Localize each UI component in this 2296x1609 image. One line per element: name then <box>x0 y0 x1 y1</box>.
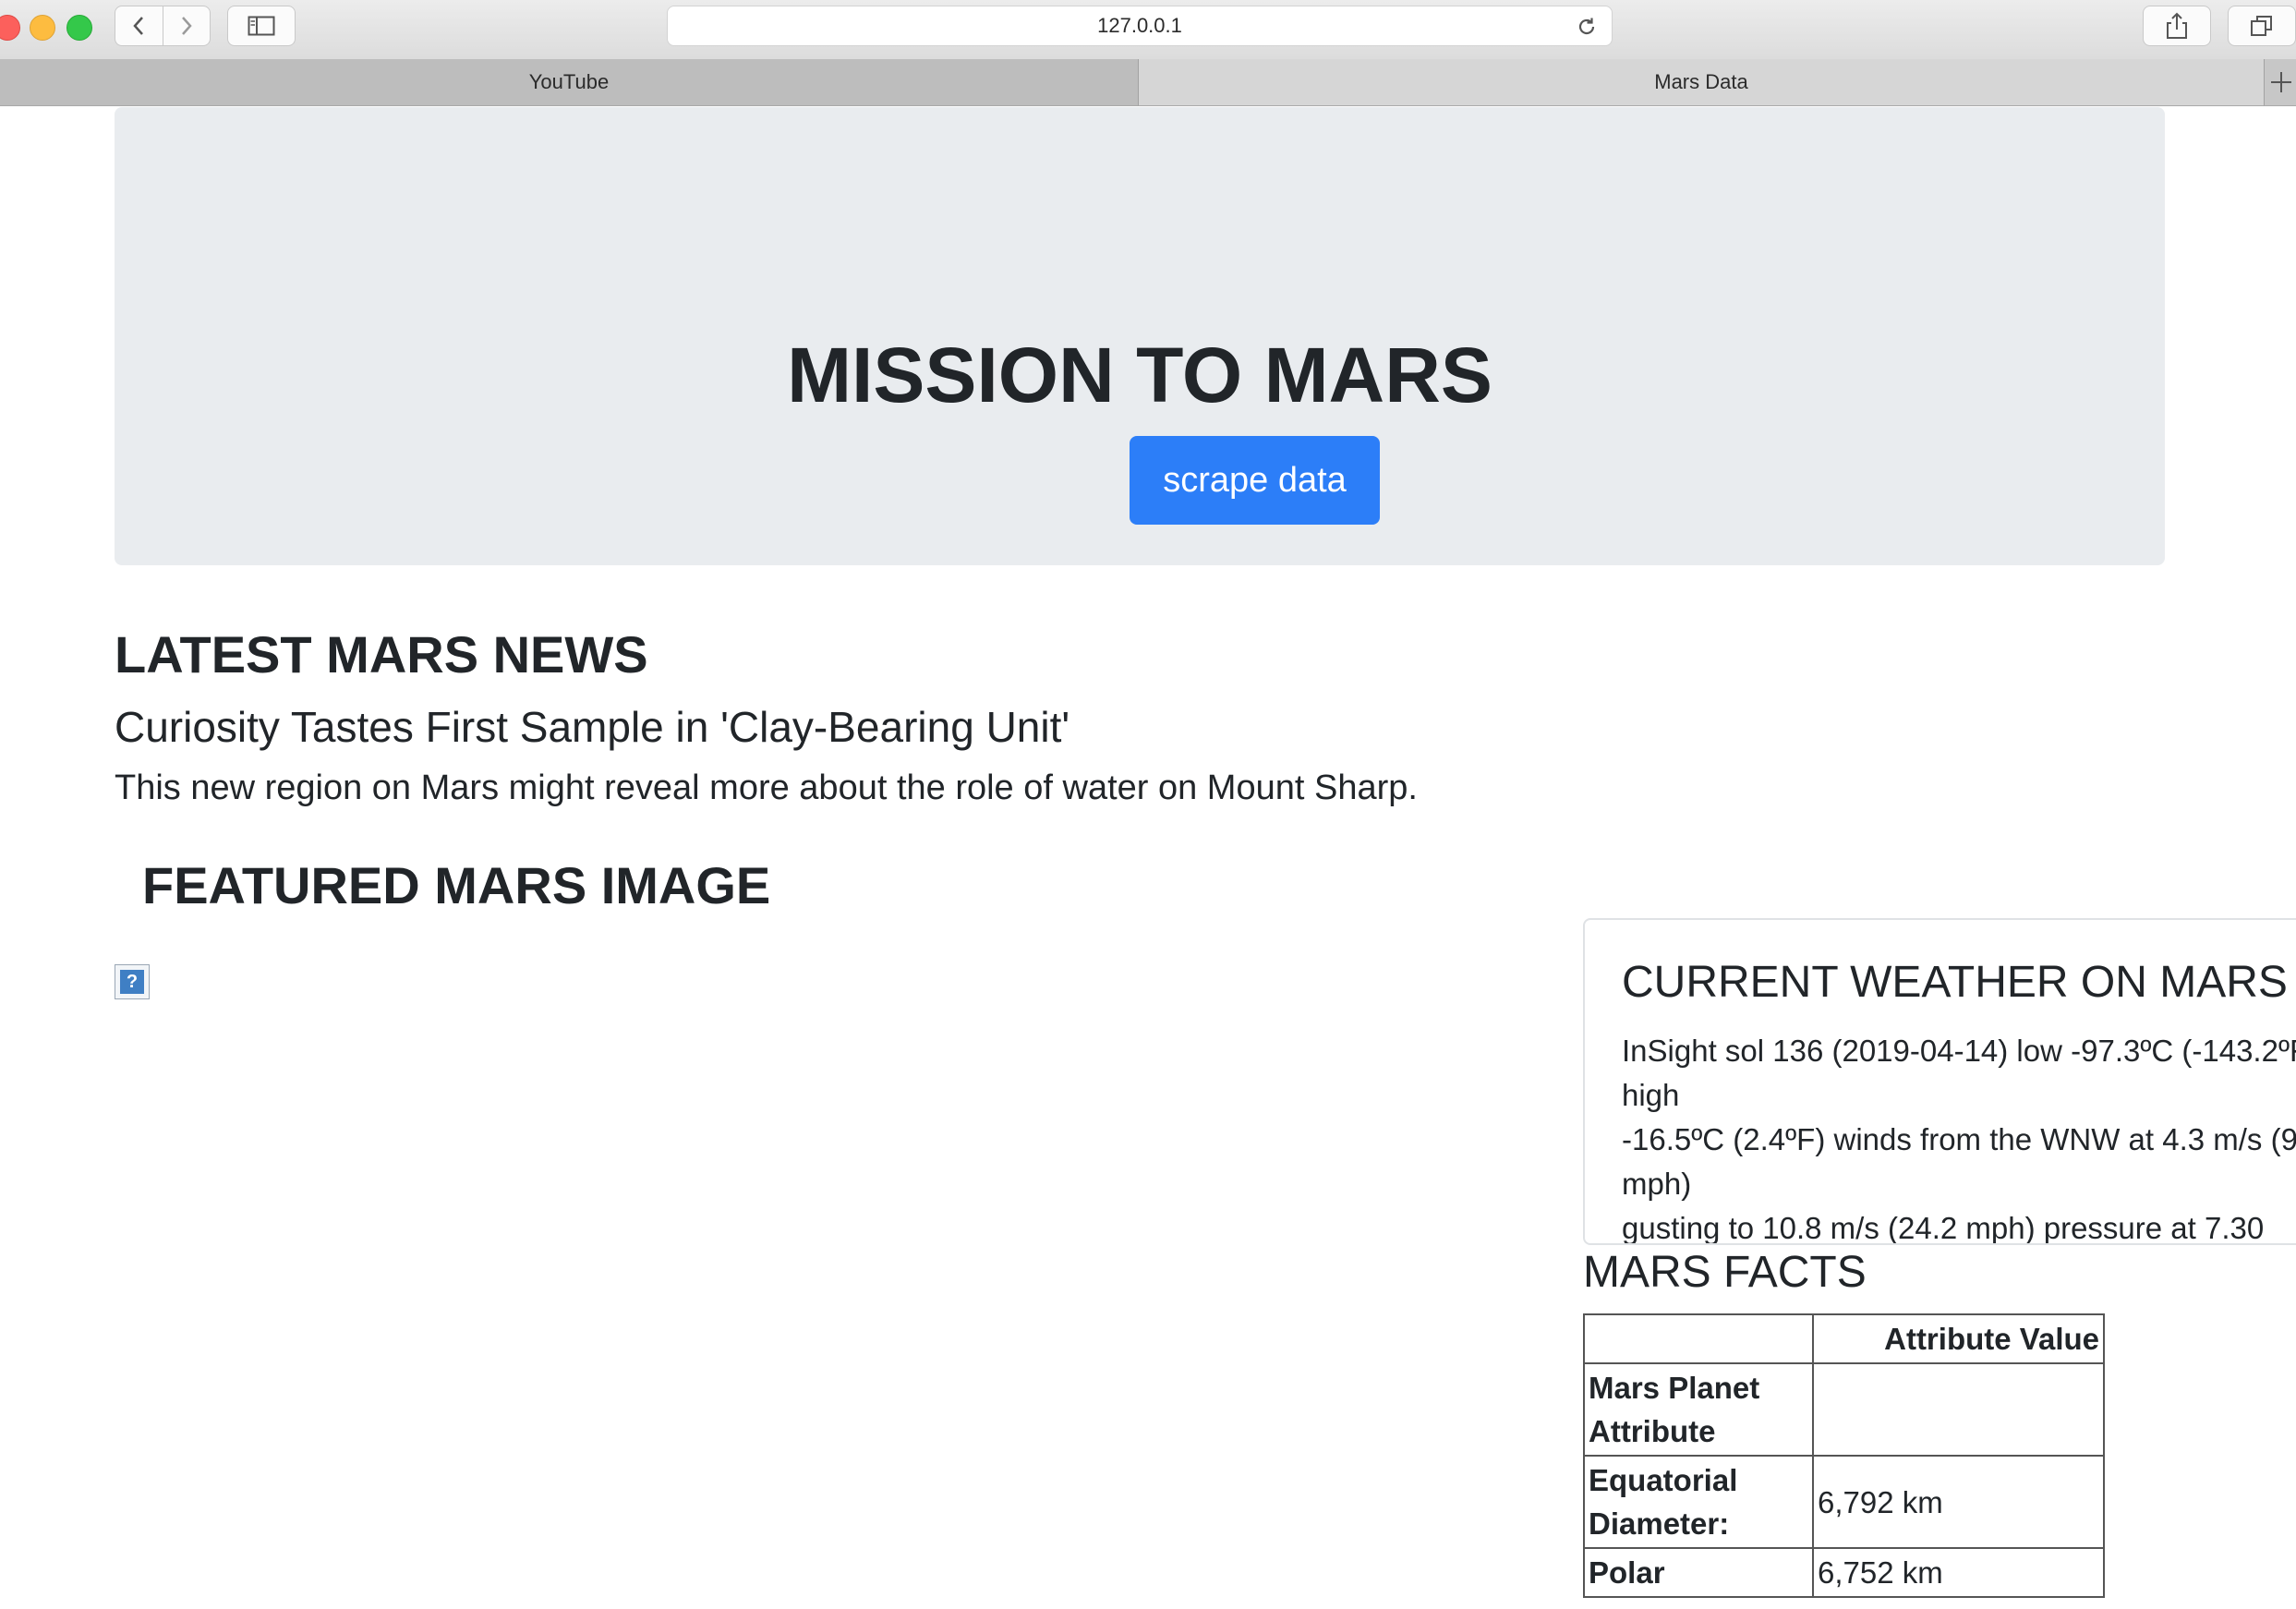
news-teaser: This new region on Mars might reveal mor… <box>115 768 1418 807</box>
index-label-line: Attribute <box>1589 1414 1716 1448</box>
table-corner-cell <box>1583 1313 1814 1364</box>
weather-card: CURRENT WEATHER ON MARS InSight sol 136 … <box>1583 918 2296 1245</box>
share-button[interactable] <box>2143 6 2211 46</box>
index-label: Mars Planet Attribute <box>1583 1362 1814 1457</box>
attribute-line: Polar <box>1589 1555 1665 1590</box>
close-window-button[interactable] <box>0 15 20 41</box>
minimize-window-button[interactable] <box>30 15 55 41</box>
tab-youtube[interactable]: YouTube <box>0 59 1139 105</box>
weather-text: InSight sol 136 (2019-04-14) low -97.3ºC… <box>1622 1034 2296 1245</box>
facts-table: Attribute Value Mars Planet Attribute Equ… <box>1583 1313 2105 1598</box>
column-header: Attribute Value <box>1812 1313 2105 1364</box>
scrape-data-button[interactable]: scrape data <box>1130 436 1380 525</box>
sidebar-icon <box>248 16 275 36</box>
news-title: Curiosity Tastes First Sample in 'Clay-B… <box>115 703 1070 751</box>
share-icon <box>2167 12 2187 39</box>
tab-bar: YouTube Mars Data <box>0 59 2296 106</box>
table-row: Polar 6,752 km <box>1583 1547 2105 1598</box>
page-title: MISSION TO MARS <box>787 332 1492 418</box>
attribute-line: Equatorial <box>1589 1463 1738 1497</box>
chevron-left-icon <box>133 17 144 35</box>
tabs-overview-icon <box>2251 16 2272 36</box>
weather-heading: CURRENT WEATHER ON MARS <box>1622 958 2288 1007</box>
show-tabs-button[interactable] <box>2228 6 2296 46</box>
plus-icon <box>2270 72 2291 92</box>
table-index-row: Mars Planet Attribute <box>1583 1362 2105 1457</box>
zoom-window-button[interactable] <box>66 15 92 41</box>
attribute-cell: Equatorial Diameter: <box>1583 1455 1814 1549</box>
facts-heading: MARS FACTS <box>1583 1248 1867 1297</box>
broken-image-icon: ? <box>120 970 144 994</box>
table-row: Equatorial Diameter: 6,792 km <box>1583 1455 2105 1549</box>
table-header-row: Attribute Value <box>1583 1313 2105 1364</box>
featured-image[interactable]: ? <box>115 964 150 999</box>
news-heading: LATEST MARS NEWS <box>115 625 648 684</box>
reload-icon[interactable] <box>1575 15 1599 39</box>
history-nav <box>115 6 211 46</box>
jumbotron: MISSION TO MARS scrape data <box>115 107 2165 565</box>
address-bar[interactable]: 127.0.0.1 <box>667 6 1613 46</box>
back-button[interactable] <box>115 6 163 45</box>
tab-mars-data[interactable]: Mars Data <box>1139 59 2264 105</box>
new-tab-button[interactable] <box>2264 59 2296 105</box>
table-cell <box>1812 1362 2105 1457</box>
value-cell: 6,792 km <box>1812 1455 2105 1549</box>
browser-titlebar: 127.0.0.1 <box>0 0 2296 60</box>
attribute-cell: Polar <box>1583 1547 1814 1598</box>
value-cell: 6,752 km <box>1812 1547 2105 1598</box>
url-text: 127.0.0.1 <box>1097 14 1182 37</box>
index-label-line: Mars Planet <box>1589 1371 1760 1405</box>
chevron-right-icon <box>181 17 192 35</box>
featured-image-heading: FEATURED MARS IMAGE <box>142 856 771 914</box>
attribute-line: Diameter: <box>1589 1506 1730 1541</box>
sidebar-toggle-button[interactable] <box>227 6 296 46</box>
forward-button[interactable] <box>162 6 211 45</box>
